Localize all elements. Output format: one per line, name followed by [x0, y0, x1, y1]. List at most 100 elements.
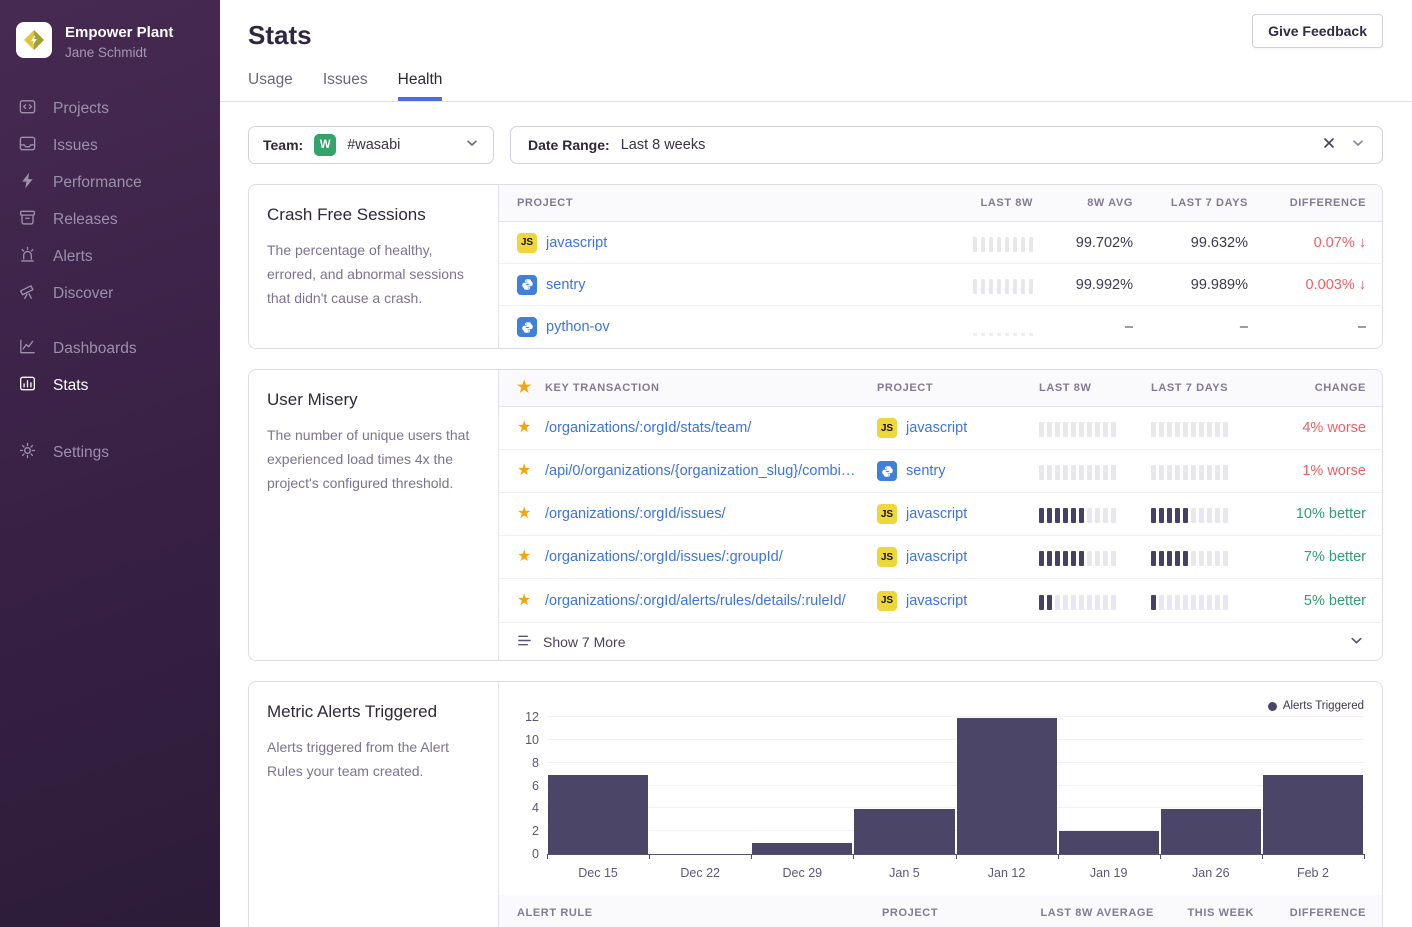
score-bars [1151, 419, 1266, 437]
column-header: LAST 8W AVERAGE [1040, 907, 1154, 919]
star-icon[interactable]: ★ [517, 593, 545, 609]
change-value: 1% worse [1302, 463, 1366, 479]
score-bars [1039, 505, 1151, 523]
column-header: DIFFERENCE [1290, 197, 1366, 209]
sidebar-item-stats[interactable]: Stats [0, 367, 220, 404]
column-header: DIFFERENCE [1290, 907, 1366, 919]
team-selector[interactable]: Team: W #wasabi [248, 126, 494, 164]
project-link[interactable]: python-ov [546, 319, 610, 335]
org-switcher[interactable]: Empower Plant Jane Schmidt [0, 0, 220, 60]
table-row: python-ov––– [499, 306, 1382, 348]
sidebar-item-settings[interactable]: Settings [0, 434, 220, 471]
difference-value: 0.003% ↓ [1306, 277, 1366, 293]
star-icon[interactable]: ★ [517, 549, 545, 565]
tab-usage[interactable]: Usage [248, 71, 293, 101]
score-bars [1039, 462, 1151, 480]
x-axis-tick [853, 854, 854, 859]
chevron-down-icon [465, 136, 479, 155]
last-8w-score-cell [1039, 592, 1151, 610]
last-7-days-value: 99.632% [1191, 235, 1248, 251]
sidebar-item-performance[interactable]: Performance [0, 164, 220, 201]
avg-8w-value: 99.702% [1076, 235, 1133, 251]
transaction-link[interactable]: /organizations/:orgId/stats/team/ [545, 420, 877, 436]
sidebar-item-alerts[interactable]: Alerts [0, 238, 220, 275]
tab-health[interactable]: Health [398, 71, 443, 101]
sidebar-item-projects[interactable]: Projects [0, 90, 220, 127]
user-misery-description-column: User Misery The number of unique users t… [249, 370, 499, 660]
score-bars [1151, 592, 1266, 610]
user-misery-table: ★KEY TRANSACTIONPROJECTLAST 8WLAST 7 DAY… [499, 370, 1382, 660]
key-transaction-star-icon: ★ [517, 380, 545, 396]
team-value: #wasabi [347, 137, 400, 153]
x-axis-label: Jan 19 [1058, 866, 1160, 880]
score-bars [973, 318, 1034, 336]
score-bars [973, 234, 1034, 252]
transaction-link[interactable]: /api/0/organizations/{organization_slug}… [545, 463, 877, 479]
star-icon[interactable]: ★ [517, 463, 545, 479]
chart-bar [752, 843, 852, 854]
project-cell: sentry [517, 275, 923, 295]
transaction-link[interactable]: /organizations/:orgId/issues/:groupId/ [545, 549, 877, 565]
arrow-down-icon: ↓ [1359, 235, 1366, 251]
sidebar-item-discover[interactable]: Discover [0, 275, 220, 312]
crash-free-table-header: PROJECTLAST 8W8W AVGLAST 7 DAYSDIFFERENC… [499, 185, 1382, 222]
show-more-button[interactable]: Show 7 More [499, 622, 1382, 660]
star-icon[interactable]: ★ [517, 506, 545, 522]
project-link[interactable]: javascript [906, 420, 967, 436]
crash-free-table: PROJECTLAST 8W8W AVGLAST 7 DAYSDIFFERENC… [499, 185, 1382, 348]
y-axis-tick-label: 0 [509, 847, 539, 861]
chevron-down-icon[interactable] [1351, 136, 1365, 155]
x-axis-label: Dec 29 [751, 866, 853, 880]
date-range-selector[interactable]: Date Range: Last 8 weeks [510, 126, 1383, 164]
project-cell: JSjavascript [877, 504, 1039, 524]
column-header: LAST 7 DAYS [1171, 197, 1248, 209]
chart-x-axis-labels: Dec 15Dec 22Dec 29Jan 5Jan 12Jan 19Jan 2… [547, 866, 1364, 880]
difference-value: – [1358, 319, 1366, 335]
last-7-days-value: – [1240, 319, 1248, 335]
sidebar-item-dashboards[interactable]: Dashboards [0, 330, 220, 367]
last-8w-score-cell [1039, 548, 1151, 566]
project-cell: JSjavascript [877, 418, 1039, 438]
transaction-link[interactable]: /organizations/:orgId/alerts/rules/detai… [545, 593, 877, 609]
column-header: 8W AVG [1087, 197, 1133, 209]
project-link[interactable]: javascript [906, 506, 967, 522]
alerts-icon [18, 245, 37, 269]
chart-plot [547, 718, 1364, 855]
python-platform-icon [877, 461, 897, 481]
panel-title: Crash Free Sessions [267, 205, 480, 225]
sidebar-item-releases[interactable]: Releases [0, 201, 220, 238]
chart-bar [1263, 775, 1363, 854]
sparkline-cell [973, 234, 1034, 252]
project-link[interactable]: sentry [546, 277, 586, 293]
crash-free-description-column: Crash Free Sessions The percentage of he… [249, 185, 499, 348]
transaction-link[interactable]: /organizations/:orgId/issues/ [545, 506, 877, 522]
project-link[interactable]: javascript [906, 549, 967, 565]
chart-bar-slot [751, 718, 853, 854]
table-row: ★/organizations/:orgId/alerts/rules/deta… [499, 579, 1382, 622]
team-avatar: W [314, 134, 336, 156]
settings-icon [18, 441, 37, 465]
score-bars [1151, 505, 1266, 523]
change-value: 5% better [1304, 593, 1366, 609]
sparkline-cell [973, 318, 1034, 336]
last-7-days-value: 99.989% [1191, 277, 1248, 293]
project-link[interactable]: javascript [546, 235, 607, 251]
sidebar-item-issues[interactable]: Issues [0, 127, 220, 164]
sidebar: Empower Plant Jane Schmidt ProjectsIssue… [0, 0, 220, 927]
project-link[interactable]: sentry [906, 463, 946, 479]
project-link[interactable]: javascript [906, 593, 967, 609]
chart-bars [547, 718, 1364, 854]
releases-icon [18, 208, 37, 232]
table-row: JSjavascript99.702%99.632%0.07% ↓ [499, 222, 1382, 264]
chart-bar-slot [1160, 718, 1262, 854]
column-header: LAST 8W [981, 197, 1033, 209]
y-axis-tick-label: 6 [509, 779, 539, 793]
legend-label: Alerts Triggered [1283, 700, 1364, 712]
empower-plant-logo-icon [22, 28, 46, 52]
star-icon[interactable]: ★ [517, 420, 545, 436]
project-cell: sentry [877, 461, 1039, 481]
metric-alerts-description-column: Metric Alerts Triggered Alerts triggered… [249, 682, 499, 927]
give-feedback-button[interactable]: Give Feedback [1252, 14, 1383, 48]
tab-issues[interactable]: Issues [323, 71, 368, 101]
clear-icon[interactable] [1322, 136, 1336, 155]
